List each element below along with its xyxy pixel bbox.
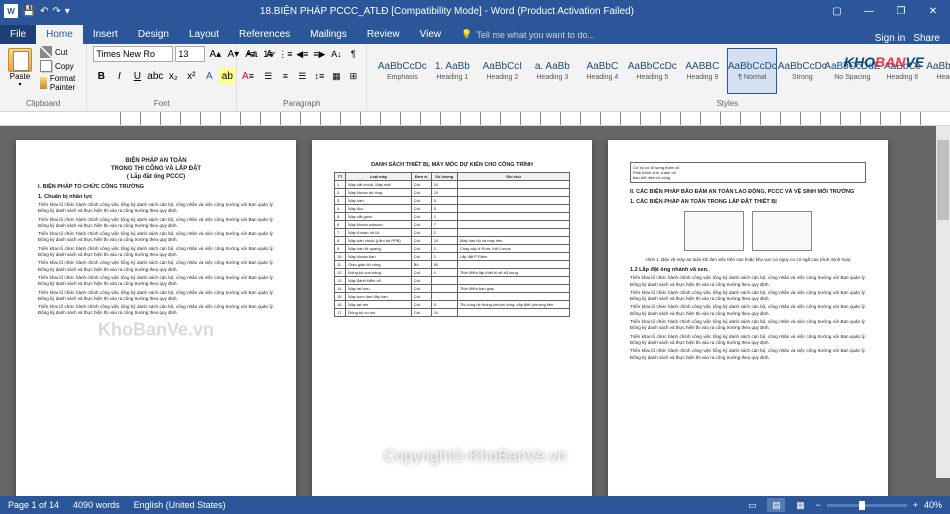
brush-icon: [40, 77, 47, 89]
tab-review[interactable]: Review: [357, 25, 410, 44]
text-effects-button[interactable]: A: [201, 68, 217, 84]
ribbon: Paste ▾ Cut Copy Format Painter Clipboar…: [0, 44, 950, 112]
shading-button[interactable]: ▦: [328, 68, 344, 84]
styles-label: Styles: [373, 99, 950, 109]
clipboard-group: Paste ▾ Cut Copy Format Painter Clipboar…: [0, 44, 87, 111]
copy-button[interactable]: Copy: [40, 60, 80, 72]
style-item[interactable]: AaBbCcDcHeading 5: [627, 48, 677, 94]
close-button[interactable]: ✕: [920, 1, 946, 21]
web-layout-button[interactable]: ▦: [791, 498, 809, 512]
style-item[interactable]: AaBbCcDcStrong: [777, 48, 827, 94]
status-bar: Page 1 of 14 4090 words English (United …: [0, 496, 950, 514]
font-size-select[interactable]: [175, 46, 205, 62]
word-count[interactable]: 4090 words: [73, 500, 120, 510]
tab-view[interactable]: View: [410, 25, 452, 44]
font-label: Font: [93, 99, 230, 109]
ribbon-options-icon[interactable]: ▢: [824, 1, 850, 21]
document-page: DANH SÁCH THIẾT BỊ, MÁY MÓC DỰ KIẾN CHO …: [312, 140, 592, 498]
tab-insert[interactable]: Insert: [83, 25, 128, 44]
tab-home[interactable]: Home: [36, 25, 83, 44]
zoom-out-button[interactable]: −: [815, 500, 820, 510]
lightbulb-icon: 💡: [461, 29, 472, 40]
line-spacing-button[interactable]: ↕≡: [311, 68, 327, 84]
style-item[interactable]: AaBbCcDcEmphasis: [377, 48, 427, 94]
page-count[interactable]: Page 1 of 14: [8, 500, 59, 510]
style-item[interactable]: AaBbCcDc¶ Normal: [727, 48, 777, 94]
tab-references[interactable]: References: [229, 25, 300, 44]
font-group: A▴ A▾ Aa A̷ B I U abc x₂ x² A ab A Font: [87, 44, 237, 111]
paragraph-label: Paragraph: [243, 99, 360, 109]
save-icon[interactable]: 💾: [22, 4, 36, 18]
strikethrough-button[interactable]: abc: [147, 68, 163, 84]
word-app-icon: W: [4, 4, 18, 18]
cut-button[interactable]: Cut: [40, 46, 80, 58]
tab-file[interactable]: File: [0, 25, 36, 44]
style-item[interactable]: a. AaBbHeading 3: [527, 48, 577, 94]
borders-button[interactable]: ⊞: [345, 68, 361, 84]
align-right-button[interactable]: ≡: [277, 68, 293, 84]
font-name-select[interactable]: [93, 46, 173, 62]
share-button[interactable]: Share: [913, 33, 940, 44]
tab-mailings[interactable]: Mailings: [300, 25, 357, 44]
tell-me-search[interactable]: 💡 Tell me what you want to do...: [451, 25, 875, 44]
style-item[interactable]: 1. AaBbHeading 1: [427, 48, 477, 94]
align-left-button[interactable]: ≡: [243, 68, 259, 84]
zoom-level[interactable]: 40%: [924, 500, 942, 510]
numbering-button[interactable]: 1≡: [260, 46, 276, 62]
vertical-scrollbar[interactable]: [936, 126, 950, 478]
superscript-button[interactable]: x²: [183, 68, 199, 84]
safety-diagram: [684, 211, 744, 251]
document-page: Cơ bộ có tổ sợng thâm cổPhải tránh cức, …: [608, 140, 888, 498]
style-item[interactable]: AaBbCcIHeading 2: [477, 48, 527, 94]
paste-button[interactable]: Paste ▾: [6, 46, 34, 90]
cut-icon: [40, 46, 52, 58]
multilevel-button[interactable]: ⋮≡: [277, 46, 293, 62]
underline-button[interactable]: U: [129, 68, 145, 84]
sort-button[interactable]: A↓: [328, 46, 344, 62]
print-layout-button[interactable]: ▤: [767, 498, 785, 512]
increase-indent-button[interactable]: ≡▶: [311, 46, 327, 62]
document-area[interactable]: KhoBanVe.vn BIỆN PHÁP AN TOÀN TRONG THI …: [0, 126, 950, 498]
zoom-slider[interactable]: [827, 504, 907, 507]
increase-font-button[interactable]: A▴: [207, 46, 223, 62]
scroll-thumb[interactable]: [937, 140, 949, 220]
justify-button[interactable]: ☰: [294, 68, 310, 84]
align-center-button[interactable]: ☰: [260, 68, 276, 84]
style-item[interactable]: AaBbCHeading 4: [577, 48, 627, 94]
chevron-down-icon: ▾: [18, 81, 21, 88]
title-bar: W 💾 ↶ ↷ ▾ 18.BIỆN PHÁP PCCC_ATLĐ [Compat…: [0, 0, 950, 22]
watermark-logo: KHOBANVE: [844, 54, 924, 70]
zoom-in-button[interactable]: +: [913, 500, 918, 510]
paragraph-group: •≡ 1≡ ⋮≡ ◀≡ ≡▶ A↓ ¶ ≡ ☰ ≡ ☰ ↕≡ ▦ ⊞ Parag…: [237, 44, 367, 111]
language-status[interactable]: English (United States): [134, 500, 226, 510]
show-marks-button[interactable]: ¶: [345, 46, 361, 62]
restore-button[interactable]: ❐: [888, 1, 914, 21]
safety-diagram: [752, 211, 812, 251]
minimize-button[interactable]: —: [856, 1, 882, 21]
read-mode-button[interactable]: ▭: [743, 498, 761, 512]
sign-in-link[interactable]: Sign in: [875, 33, 906, 44]
copy-icon: [40, 60, 52, 72]
tab-design[interactable]: Design: [128, 25, 179, 44]
horizontal-ruler[interactable]: [0, 112, 950, 126]
undo-icon[interactable]: ↶: [40, 6, 48, 17]
format-painter-button[interactable]: Format Painter: [40, 74, 80, 92]
equipment-table: TTLoại máyĐơn vịSố lượngGhi chú1Máy cắt …: [334, 172, 570, 317]
document-page: KhoBanVe.vn BIỆN PHÁP AN TOÀN TRONG THI …: [16, 140, 296, 498]
redo-icon[interactable]: ↷: [52, 6, 60, 17]
tab-layout[interactable]: Layout: [179, 25, 229, 44]
style-item[interactable]: AABBCHeading 9: [677, 48, 727, 94]
italic-button[interactable]: I: [111, 68, 127, 84]
subscript-button[interactable]: x₂: [165, 68, 181, 84]
decrease-indent-button[interactable]: ◀≡: [294, 46, 310, 62]
highlight-button[interactable]: ab: [219, 68, 235, 84]
paste-icon: [8, 48, 32, 72]
bullets-button[interactable]: •≡: [243, 46, 259, 62]
ribbon-tabs: File Home Insert Design Layout Reference…: [0, 22, 950, 44]
style-item[interactable]: AaBbCcDdIHeading 7: [927, 48, 950, 94]
bold-button[interactable]: B: [93, 68, 109, 84]
window-title: 18.BIỆN PHÁP PCCC_ATLĐ [Compatibility Mo…: [70, 6, 824, 17]
clipboard-label: Clipboard: [6, 99, 80, 109]
